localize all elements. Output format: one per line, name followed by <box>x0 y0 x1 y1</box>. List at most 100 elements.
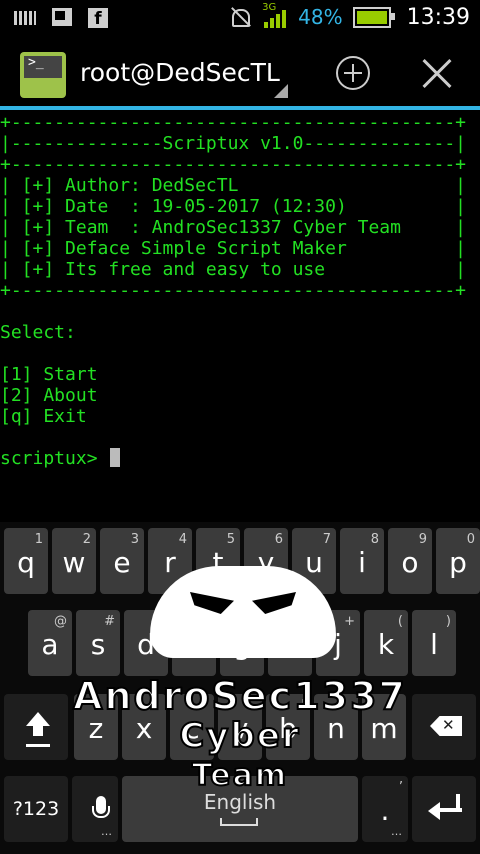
key-label: e <box>113 546 131 579</box>
facebook-icon: f <box>88 8 108 29</box>
key-w[interactable]: w2 <box>52 528 96 594</box>
key-hint: 5 <box>226 532 235 547</box>
keyboard-icon <box>14 11 36 25</box>
key-z[interactable]: z <box>74 694 118 760</box>
key-r[interactable]: r4 <box>148 528 192 594</box>
key-hint: 7 <box>322 532 331 547</box>
muted-icon <box>228 5 252 29</box>
key-d[interactable]: d & <box>124 610 168 676</box>
terminal-icon <box>52 8 72 26</box>
key-t[interactable]: t5 <box>196 528 240 594</box>
key-q[interactable]: q1 <box>4 528 48 594</box>
terminal-line: [2] About <box>0 385 98 406</box>
terminal-line: | [+] Team : AndroSec1337 Cyber Team | <box>0 217 466 238</box>
notification-icons: f <box>14 8 108 29</box>
key-f[interactable]: f * <box>172 610 216 676</box>
close-window-button[interactable] <box>422 58 452 88</box>
space-language-label: English <box>203 790 277 814</box>
key-p[interactable]: p0 <box>436 528 480 594</box>
symbols-label: ?123 <box>12 798 60 820</box>
space-bar-icon <box>220 818 258 826</box>
key-s[interactable]: s # <box>76 610 120 676</box>
terminal-line: [q] Exit <box>0 406 87 427</box>
terminal-output[interactable]: +---------------------------------------… <box>0 112 480 522</box>
key-label: t <box>212 546 224 579</box>
soft-keyboard: ?123 … English . ’ … q1w2e3r4t5y6u7i8o9p… <box>0 522 480 854</box>
new-window-button[interactable] <box>336 56 370 90</box>
key-y[interactable]: y6 <box>244 528 288 594</box>
key-e[interactable]: e3 <box>100 528 144 594</box>
key-hint: 9 <box>418 532 427 547</box>
terminal-line: | [+] Author: DedSecTL | <box>0 175 466 196</box>
key-hint: - <box>254 614 259 629</box>
voice-input-key[interactable]: … <box>72 776 118 842</box>
key-label: r <box>164 546 176 579</box>
terminal-line: +---------------------------------------… <box>0 112 466 133</box>
symbols-key[interactable]: ?123 <box>4 776 68 842</box>
backspace-key[interactable] <box>412 694 476 760</box>
window-title[interactable]: root@DedSecTL <box>80 58 280 87</box>
key-label: a <box>41 628 59 661</box>
key-h[interactable]: h + <box>268 610 312 676</box>
key-label: q <box>17 546 35 579</box>
terminal-line: | [+] Deface Simple Script Maker | <box>0 238 466 259</box>
key-hint: * <box>204 614 212 629</box>
key-i[interactable]: i8 <box>340 528 384 594</box>
key-label: n <box>327 712 345 745</box>
key-label: x <box>135 712 153 745</box>
key-label: h <box>281 628 299 661</box>
shift-key[interactable] <box>4 694 68 760</box>
terminal-cursor <box>110 448 121 467</box>
key-hint: ( <box>397 614 403 629</box>
key-v[interactable]: v <box>218 694 262 760</box>
key-a[interactable]: a @ <box>28 610 72 676</box>
shift-icon <box>26 712 50 736</box>
key-b[interactable]: b ' <box>266 694 310 760</box>
key-label: p <box>449 546 467 579</box>
terminal-prompt-line[interactable]: scriptux> <box>0 448 480 469</box>
key-hint: 4 <box>178 532 187 547</box>
key-g[interactable]: g- <box>220 610 264 676</box>
key-label: u <box>305 546 323 579</box>
battery-icon <box>352 6 395 28</box>
enter-key[interactable] <box>412 776 476 842</box>
key-u[interactable]: u7 <box>292 528 336 594</box>
backspace-icon <box>430 716 462 736</box>
terminal-line: +---------------------------------------… <box>0 280 466 301</box>
key-l[interactable]: l) <box>412 610 456 676</box>
key-label: f <box>189 628 199 661</box>
key-hint: 1 <box>34 532 43 547</box>
key-j[interactable]: j + <box>316 610 360 676</box>
key-hint: 2 <box>82 532 91 547</box>
key-hint: 8 <box>370 532 379 547</box>
battery-percent: 48% <box>298 5 343 29</box>
window-dropdown-icon[interactable] <box>274 84 288 98</box>
key-label: l <box>430 628 438 661</box>
key-o[interactable]: o9 <box>388 528 432 594</box>
key-m[interactable]: m <box>362 694 406 760</box>
space-key[interactable]: English <box>122 776 358 842</box>
terminal-line: [1] Start <box>0 364 98 385</box>
terminal-line: +---------------------------------------… <box>0 154 466 175</box>
clock: 13:39 <box>406 4 470 30</box>
period-key[interactable]: . ’ … <box>362 776 408 842</box>
key-hint: ) <box>445 614 451 629</box>
key-hint: + <box>344 614 355 629</box>
key-k[interactable]: k( <box>364 610 408 676</box>
key-hint: @ <box>54 614 67 629</box>
key-label: k <box>377 628 395 661</box>
key-n[interactable]: n <box>314 694 358 760</box>
app-icon[interactable] <box>20 52 66 98</box>
key-x[interactable]: x <box>122 694 166 760</box>
key-label: w <box>62 546 86 579</box>
key-hint: 6 <box>274 532 283 547</box>
signal-icon: 3G <box>262 2 288 30</box>
terminal-line: Select: <box>0 322 76 343</box>
key-hint: 3 <box>130 532 139 547</box>
key-label: i <box>358 546 366 579</box>
key-hint: ' <box>301 698 305 713</box>
key-c[interactable]: c <box>170 694 214 760</box>
key-hint: + <box>296 614 307 629</box>
